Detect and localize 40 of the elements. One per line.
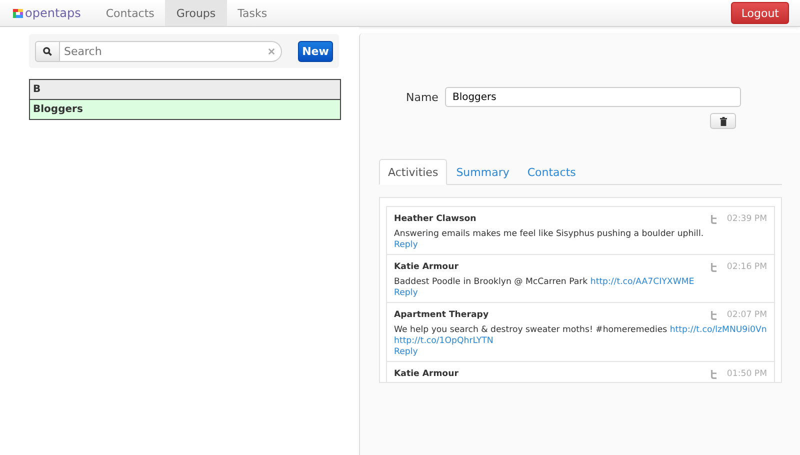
new-button[interactable]: New [298, 40, 333, 62]
twitter-t-icon [710, 262, 717, 272]
author-name: Katie Armour [394, 369, 460, 379]
reply-link[interactable]: Reply [394, 288, 418, 298]
logout-button[interactable]: Logout [731, 2, 789, 24]
group-list-item[interactable]: Bloggers [30, 100, 340, 119]
logo-text: opentaps [25, 6, 81, 20]
post-time: 02:39 PM [726, 214, 767, 224]
twitter-t-icon [710, 370, 717, 378]
post-link[interactable]: http://t.co/lzMNU9i0Vn [670, 325, 767, 335]
delete-button[interactable] [710, 113, 736, 129]
post-link[interactable]: http://t.co/AA7CIYXWME [590, 277, 694, 287]
nav-tab[interactable]: Contacts [94, 0, 166, 26]
name-label: Name [406, 90, 438, 104]
logo-icon [13, 8, 23, 18]
search-button[interactable] [35, 40, 60, 62]
post-text: Answering emails makes me feel like Sisyphus pushing a boulder uphill. [394, 229, 704, 239]
nav-tab[interactable]: Tasks [226, 0, 278, 26]
author-name: Apartment Therapy [394, 310, 490, 320]
detail-tab[interactable]: Summary [447, 159, 518, 185]
name-field[interactable]: Bloggers [445, 87, 742, 107]
nav-tab[interactable]: Groups [165, 0, 227, 26]
twitter-t-icon [710, 310, 717, 320]
author-name: Heather Clawson [394, 214, 478, 224]
author-name: Katie Armour [394, 262, 460, 272]
trash-icon [720, 116, 726, 126]
search-field[interactable]: Search [60, 40, 282, 62]
twitter-t-icon [710, 214, 717, 224]
group-letter-header: B [30, 80, 340, 100]
reply-link[interactable]: Reply [394, 240, 418, 250]
post-text: Baddest Poodle in Brooklyn @ McCarren Park [394, 277, 588, 287]
detail-tab[interactable]: Activities [379, 159, 448, 185]
post-time: 01:50 PM [726, 369, 767, 379]
post-text: We help you search & destroy sweater moths! #homeremedies [394, 325, 668, 335]
post-time: 02:07 PM [726, 310, 767, 320]
post-link[interactable]: http://t.co/1OpQhrLYTN [394, 336, 494, 346]
search-icon [43, 46, 52, 56]
detail-tab[interactable]: Contacts [518, 159, 585, 185]
reply-link[interactable]: Reply [394, 347, 418, 357]
post-time: 02:16 PM [726, 262, 767, 272]
